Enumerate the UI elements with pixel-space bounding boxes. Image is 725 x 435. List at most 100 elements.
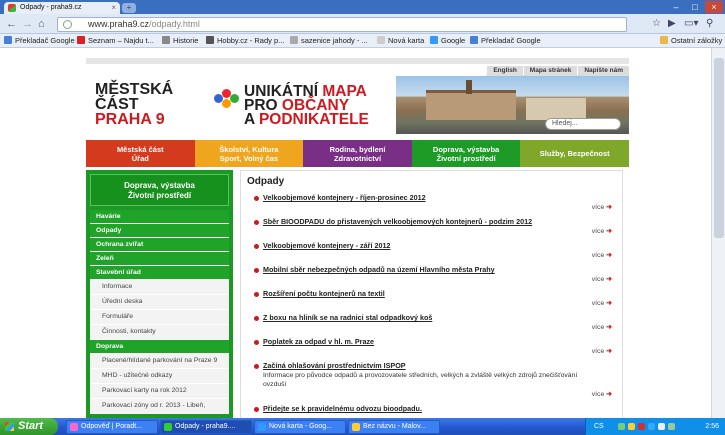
- tab-odpady[interactable]: Odpady - praha9.cz ×: [4, 2, 120, 14]
- sidebar-subitem[interactable]: MHD - užitečné odkazy: [90, 369, 229, 384]
- other-bookmarks[interactable]: Ostatní záložky: [660, 36, 722, 45]
- sidebar-item-havarie[interactable]: Havárie: [90, 210, 229, 224]
- article-link[interactable]: Rozšíření počtu kontejnerů na textil: [263, 289, 385, 298]
- link-contact[interactable]: Napište nám: [577, 66, 629, 75]
- nav-mestska-cast[interactable]: Městská část Úřad: [86, 140, 195, 167]
- logo-line: PRAHA 9: [95, 111, 165, 128]
- more-link[interactable]: více ➜: [241, 202, 612, 213]
- nav-sluzby[interactable]: Služby, Bezpečnost: [520, 140, 629, 167]
- map-banner[interactable]: UNIKÁTNÍ MAPA PRO OBČANY A PODNIKATELE: [214, 84, 369, 127]
- page-title: Odpady: [247, 176, 285, 187]
- arrow-right-icon: ➜: [606, 348, 612, 355]
- sidebar-subitem[interactable]: Parkovací zóny od r. 2013 - Libeň,: [90, 399, 229, 414]
- taskbar-item[interactable]: Odpověď | Poradt...: [66, 420, 158, 434]
- tray-icon[interactable]: [628, 423, 635, 430]
- back-icon[interactable]: ←: [6, 18, 17, 30]
- page-viewport: English Mapa stránek Napište nám MĚSTSKÁ Č…: [0, 48, 711, 418]
- more-label: více: [591, 276, 605, 283]
- bookmark-item[interactable]: Překladač Google: [470, 36, 541, 45]
- bookmark-item[interactable]: Překladač Google: [4, 36, 75, 45]
- clock[interactable]: 2:56: [705, 418, 719, 435]
- tray-icon[interactable]: [638, 423, 645, 430]
- taskbar-item[interactable]: Bez názvu - Malov...: [348, 420, 440, 434]
- more-label: více: [591, 204, 605, 211]
- nav-skolstvi[interactable]: Školství, Kultura Sport, Volný čas: [194, 140, 304, 167]
- bookmark-item[interactable]: Historie: [162, 36, 198, 45]
- bookmark-item[interactable]: Nová karta: [377, 36, 424, 45]
- sidebar-subitem[interactable]: Informace: [90, 280, 229, 295]
- article-link[interactable]: Poplatek za odpad v hl. m. Praze: [263, 337, 374, 346]
- article-link[interactable]: Velkoobjemové kontejnery - říjen-prosine…: [263, 193, 426, 202]
- bookmark-item[interactable]: Seznam – Najdu t...: [77, 36, 154, 45]
- close-tab-icon[interactable]: ×: [111, 3, 116, 12]
- volume-icon[interactable]: [658, 423, 665, 430]
- tray-icon[interactable]: [618, 423, 625, 430]
- address-bar[interactable]: www.praha9.cz/odpady.html: [57, 17, 627, 32]
- sidebar-subitem[interactable]: Formuláře: [90, 310, 229, 325]
- article-link[interactable]: Začíná ohlašování prostřednictvím ISPOP: [263, 361, 406, 370]
- article-link[interactable]: Přidejte se k pravidelnému odvozu bioodp…: [263, 404, 422, 413]
- translate-icon: [4, 36, 12, 44]
- more-label: více: [591, 391, 605, 398]
- list-item: Z boxu na hliník se na radnici stal odpa…: [241, 313, 622, 322]
- more-link[interactable]: více ➜: [241, 298, 612, 309]
- star-icon[interactable]: ☆: [652, 18, 661, 29]
- taskbar-item[interactable]: Nová karta - Goog...: [254, 420, 346, 434]
- network-icon[interactable]: [668, 423, 675, 430]
- bullet-icon: [254, 244, 259, 249]
- tray-icon[interactable]: [648, 423, 655, 430]
- forward-icon[interactable]: →: [22, 18, 33, 30]
- home-icon[interactable]: ⌂: [38, 18, 45, 30]
- sidebar-item-zelen[interactable]: Zeleň: [90, 252, 229, 266]
- more-link[interactable]: více ➜: [241, 389, 612, 400]
- bookmark-item[interactable]: Hobby.cz - Rady p...: [206, 36, 284, 45]
- sidebar-subitem[interactable]: Parkovací karty na rok 2012: [90, 384, 229, 399]
- link-english[interactable]: English: [486, 66, 522, 75]
- taskbar-item[interactable]: Odpady - praha9....: [160, 420, 252, 434]
- sidebar-item-ochrana-zvirat[interactable]: Ochrana zvířat: [90, 238, 229, 252]
- language-indicator[interactable]: CS: [594, 418, 604, 435]
- sidebar-item-doprava[interactable]: Doprava: [90, 340, 229, 354]
- more-link[interactable]: více ➜: [241, 250, 612, 261]
- more-link[interactable]: více ➜: [241, 322, 612, 333]
- more-link[interactable]: více ➜: [241, 346, 612, 357]
- site-logo[interactable]: MĚSTSKÁ ČÁST PRAHA 9: [95, 82, 173, 128]
- bullet-icon: [254, 292, 259, 297]
- article-link[interactable]: Velkoobjemové kontejnery - září 2012: [263, 241, 390, 250]
- start-button[interactable]: Start: [0, 418, 58, 435]
- sidebar-item-stavebni-urad[interactable]: Stavební úřad: [90, 266, 229, 280]
- bookmark-item[interactable]: Google: [430, 36, 465, 45]
- sidebar-subitem[interactable]: Činnosti, kontakty: [90, 325, 229, 340]
- building-shape: [526, 98, 586, 120]
- play-icon[interactable]: ▶: [668, 18, 676, 29]
- minimize-icon[interactable]: –: [667, 1, 685, 13]
- more-link[interactable]: více ➜: [241, 226, 612, 237]
- new-tab-button[interactable]: +: [122, 3, 136, 13]
- arrow-right-icon: ➜: [606, 252, 612, 259]
- url-path: /odpady.html: [149, 19, 200, 29]
- sidebar-subitem[interactable]: Placené/hlídané parkování na Praze 9: [90, 354, 229, 369]
- maximize-icon[interactable]: □: [686, 1, 704, 13]
- nav-rodina[interactable]: Rodina, bydlení Zdravotnictví: [303, 140, 412, 167]
- page-menu-icon[interactable]: ▭▾: [684, 18, 698, 29]
- sidebar-heading: Doprava, výstavba Životní prostředí: [90, 174, 229, 206]
- article-link[interactable]: Sběr BIOODPADU do přistavených velkoobje…: [263, 217, 532, 226]
- nav-doprava[interactable]: Doprava, výstavba Životní prostředí: [411, 140, 521, 167]
- nav-label: Úřad: [131, 154, 149, 163]
- bookmark-item[interactable]: sazenice jahody - ...: [290, 36, 368, 45]
- tab-label: Odpady - praha9.cz: [20, 4, 82, 11]
- vertical-scrollbar[interactable]: [711, 48, 725, 418]
- link-sitemap[interactable]: Mapa stránek: [522, 66, 578, 75]
- article-link[interactable]: Mobilní sběr nebezpečných odpadů na územ…: [263, 265, 495, 274]
- article-link[interactable]: Z boxu na hliník se na radnici stal odpa…: [263, 313, 432, 322]
- search-input[interactable]: Hledej...: [545, 118, 621, 130]
- wrench-icon[interactable]: ⚲: [706, 18, 713, 29]
- web-page: English Mapa stránek Napište nám MĚSTSKÁ Č…: [86, 58, 629, 418]
- scrollbar-thumb[interactable]: [714, 58, 724, 238]
- sidebar-item-odpady[interactable]: Odpady: [90, 224, 229, 238]
- nav-label: Rodina, bydlení: [329, 145, 386, 154]
- more-link[interactable]: více ➜: [241, 274, 612, 285]
- close-window-icon[interactable]: ×: [705, 1, 723, 13]
- sidebar-subitem[interactable]: Úřední deska: [90, 295, 229, 310]
- list-item: Sběr BIOODPADU do přistavených velkoobje…: [241, 217, 622, 226]
